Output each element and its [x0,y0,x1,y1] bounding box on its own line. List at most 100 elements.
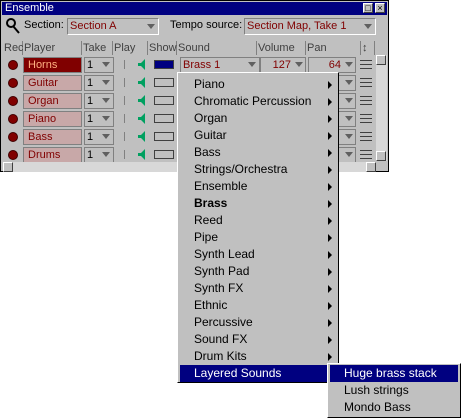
player-name[interactable]: Bass [23,129,82,145]
show-color-swatch [154,114,174,123]
column-header-take[interactable]: Take [82,41,113,55]
column-header-sound[interactable]: Sound [177,41,257,55]
sound-category-menu: Piano Chromatic Percussion Organ Guitar Bass… [177,72,339,383]
menu-item[interactable]: Piano [180,76,336,93]
row-options-icon[interactable] [359,129,373,145]
take-dropdown[interactable]: 1 [84,93,114,109]
take-value: 1 [87,113,94,125]
row-options-icon[interactable] [359,147,373,163]
take-dropdown[interactable]: 1 [84,57,114,73]
play-toggle[interactable] [116,129,150,145]
vertical-scrollbar[interactable] [376,55,387,161]
submenu-item[interactable]: Huge brass stack [330,365,458,382]
menu-item[interactable]: Percussive [180,314,336,331]
column-header-play[interactable]: Play [113,41,148,55]
record-button[interactable] [5,93,22,109]
menu-item[interactable]: Layered Sounds [180,365,336,382]
scroll-right-button[interactable] [366,162,376,172]
take-dropdown[interactable]: 1 [84,75,114,91]
scroll-left-button[interactable] [3,162,13,172]
scroll-up-button[interactable] [376,55,386,65]
submenu-item[interactable]: Lush strings [330,382,458,399]
submenu-arrow-icon [328,251,332,259]
column-resize-header[interactable]: ↕ [361,41,375,55]
chevron-down-icon [248,62,256,67]
pan-field[interactable]: 64 [308,57,356,73]
show-toggle[interactable] [152,93,178,109]
window-title-bar[interactable]: Ensemble [2,2,387,15]
play-toggle[interactable] [116,93,150,109]
record-button[interactable] [5,75,22,91]
record-button[interactable] [5,129,22,145]
chevron-down-icon [345,62,353,67]
menu-item[interactable]: Pipe [180,229,336,246]
sound-dropdown[interactable]: Brass 1 [180,57,260,73]
player-name[interactable]: Guitar [23,75,82,91]
play-toggle[interactable] [116,147,150,163]
column-header-rec[interactable]: Rec [3,41,24,55]
show-toggle[interactable] [152,147,178,163]
column-header-pan[interactable]: Pan [306,41,361,55]
chevron-down-icon [102,116,110,121]
chevron-down-icon [102,98,110,103]
tempo-source-dropdown[interactable]: Section Map, Take 1 [244,18,376,35]
column-header-show[interactable]: Show [148,41,177,55]
chevron-down-icon [146,20,157,33]
play-toggle[interactable] [116,57,150,73]
show-toggle[interactable] [152,75,178,91]
menu-item-label: Reed [194,213,223,227]
menu-item[interactable]: Strings/Orchestra [180,161,336,178]
take-dropdown[interactable]: 1 [84,129,114,145]
show-toggle[interactable] [152,129,178,145]
player-name[interactable]: Piano [23,111,82,127]
volume-field[interactable]: 127 [260,57,306,73]
record-icon [8,114,18,124]
menu-item[interactable]: Synth FX [180,280,336,297]
table-row[interactable]: Horns 1 Brass 1 127 64 [3,56,374,73]
close-button[interactable]: × [375,3,385,13]
menu-item[interactable]: Synth Lead [180,246,336,263]
section-dropdown[interactable]: Section A [67,18,159,35]
sound-value: Brass 1 [183,59,221,71]
column-header-player[interactable]: Player [23,41,82,55]
chevron-down-icon [102,152,110,157]
take-dropdown[interactable]: 1 [84,147,114,163]
submenu-item[interactable]: Mondo Bass [330,399,458,416]
menu-item[interactable]: Chromatic Percussion [180,93,336,110]
record-button[interactable] [5,111,22,127]
play-toggle[interactable] [116,111,150,127]
row-options-icon[interactable] [359,57,373,73]
chevron-down-icon [345,152,353,157]
menu-item[interactable]: Ethnic [180,297,336,314]
layered-sounds-submenu: Huge brass stack Lush strings Mondo Bass [327,363,461,418]
show-toggle[interactable] [152,111,178,127]
menu-item[interactable]: Brass [180,195,336,212]
menu-item[interactable]: Bass [180,144,336,161]
player-name[interactable]: Organ [23,93,82,109]
menu-item-label: Drum Kits [194,349,247,363]
row-options-icon[interactable] [359,111,373,127]
column-header-volume[interactable]: Volume [257,41,306,55]
menu-item[interactable]: Reed [180,212,336,229]
menu-item[interactable]: Ensemble [180,178,336,195]
take-dropdown[interactable]: 1 [84,111,114,127]
player-name[interactable]: Drums [23,147,82,163]
speaker-icon [124,77,145,88]
menu-item[interactable]: Organ [180,110,336,127]
player-name[interactable]: Horns [23,57,82,73]
play-toggle[interactable] [116,75,150,91]
scroll-down-button[interactable] [376,151,386,161]
menu-item[interactable]: Guitar [180,127,336,144]
menu-item-label: Chromatic Percussion [194,94,312,108]
record-button[interactable] [5,57,22,73]
record-button[interactable] [5,147,22,163]
maximize-button[interactable]: □ [363,3,373,13]
show-toggle[interactable] [152,57,178,73]
menu-item[interactable]: Synth Pad [180,263,336,280]
submenu-arrow-icon [328,336,332,344]
menu-item-label: Ethnic [194,298,228,312]
menu-item[interactable]: Sound FX [180,331,336,348]
menu-item[interactable]: Drum Kits [180,348,336,365]
row-options-icon[interactable] [359,75,373,91]
row-options-icon[interactable] [359,93,373,109]
